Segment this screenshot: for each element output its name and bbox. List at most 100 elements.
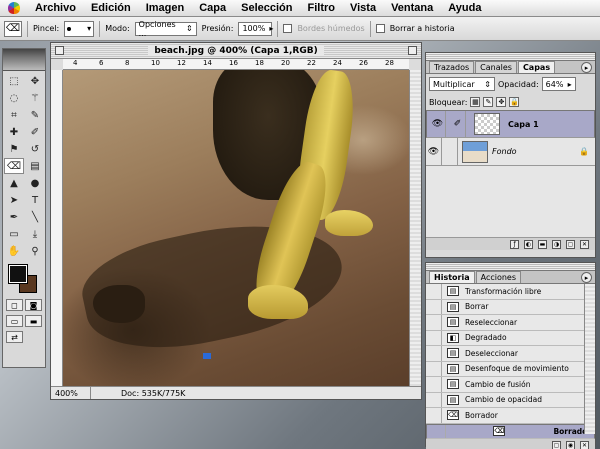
toolbox-header-logo[interactable] xyxy=(3,49,45,71)
history-item-current[interactable]: ⌫ Borrador xyxy=(426,423,595,439)
history-item[interactable]: ▤ Desenfoque de movimiento xyxy=(426,361,595,377)
pressure-field[interactable]: 100% ▸ xyxy=(238,21,273,36)
pen-tool-icon[interactable]: ✒ xyxy=(4,209,24,225)
notes-tool-icon[interactable]: ▭ xyxy=(4,226,24,242)
lock-transparency-icon[interactable]: ▦ xyxy=(470,97,481,107)
eraser-tool-icon[interactable]: ⌫ xyxy=(4,158,24,174)
zoom-tool-icon[interactable]: ⚲ xyxy=(25,243,45,259)
history-brush-slot[interactable] xyxy=(426,361,442,376)
brush-picker[interactable]: ▾ xyxy=(64,20,95,37)
foreground-color-swatch[interactable] xyxy=(8,264,28,284)
layer-row-fondo[interactable]: 👁 Fondo 🔒 xyxy=(426,138,595,166)
menu-filtro[interactable]: Filtro xyxy=(307,2,335,14)
snapshot-icon[interactable]: ◉ xyxy=(566,440,575,449)
eye-icon[interactable]: 👁 xyxy=(426,138,442,165)
tab-canales[interactable]: Canales xyxy=(475,61,517,73)
tab-acciones[interactable]: Acciones xyxy=(475,271,522,283)
zoom-field[interactable]: 400% xyxy=(51,387,91,399)
history-brush-slot[interactable] xyxy=(426,408,442,423)
clone-stamp-tool-icon[interactable]: ⚑ xyxy=(4,141,24,157)
tab-trazados[interactable]: Trazados xyxy=(429,61,475,73)
erase-history-checkbox[interactable] xyxy=(375,24,385,33)
new-layer-icon[interactable]: ▢ xyxy=(566,239,575,249)
jump-to-imageready-icon[interactable]: ⇄ xyxy=(6,331,23,343)
blur-tool-icon[interactable]: ▲ xyxy=(4,175,24,191)
dodge-tool-icon[interactable]: ● xyxy=(25,175,45,191)
wet-edges-checkbox[interactable] xyxy=(283,24,293,33)
path-selection-tool-icon[interactable]: ➤ xyxy=(4,192,24,208)
apple-menu-icon[interactable] xyxy=(8,2,20,14)
layer-row-capa-1[interactable]: 👁 ✐ Capa 1 xyxy=(426,110,595,138)
menu-imagen[interactable]: Imagen xyxy=(146,2,185,14)
palette-menu-arrow-icon[interactable]: ▸ xyxy=(581,272,592,283)
history-brush-slot[interactable] xyxy=(426,392,442,407)
history-brush-tool-icon[interactable]: ↺ xyxy=(25,141,45,157)
crop-tool-icon[interactable]: ⌗ xyxy=(4,107,24,123)
lasso-tool-icon[interactable]: ◌ xyxy=(4,90,24,106)
new-document-icon[interactable]: ▢ xyxy=(552,440,561,449)
palette-title-bar[interactable] xyxy=(426,53,595,61)
history-brush-slot[interactable] xyxy=(426,284,442,299)
menu-ventana[interactable]: Ventana xyxy=(391,2,433,14)
history-scrollbar[interactable] xyxy=(584,284,595,434)
add-mask-icon[interactable]: ◐ xyxy=(524,239,533,249)
opacity-field[interactable]: 64% ▸ xyxy=(541,77,576,91)
menu-ayuda[interactable]: Ayuda xyxy=(448,2,481,14)
tab-capas[interactable]: Capas xyxy=(517,61,556,73)
history-brush-slot[interactable] xyxy=(426,330,442,345)
vertical-scrollbar[interactable] xyxy=(409,70,421,388)
history-item[interactable]: ▤ Deseleccionar xyxy=(426,346,595,362)
mode-select[interactable]: Opciones ... ⇕ xyxy=(134,20,197,38)
history-item[interactable]: ▤ Cambio de opacidad xyxy=(426,392,595,408)
line-tool-icon[interactable]: ╲ xyxy=(25,209,45,225)
eye-icon[interactable]: 👁 xyxy=(430,111,446,137)
screen-mode-standard-icon[interactable]: ▭ xyxy=(6,315,23,327)
hand-tool-icon[interactable]: ✋ xyxy=(4,243,24,259)
layer-style-icon[interactable]: ƒ xyxy=(510,239,519,249)
brush-tool-icon[interactable]: ✐ xyxy=(25,124,45,140)
magic-wand-tool-icon[interactable]: ⚚ xyxy=(25,90,45,106)
tab-historia[interactable]: Historia xyxy=(429,271,475,283)
palette-menu-arrow-icon[interactable]: ▸ xyxy=(581,62,592,73)
history-item[interactable]: ▤ Transformación libre xyxy=(426,284,595,300)
paintbrush-icon[interactable]: ✐ xyxy=(450,111,466,137)
menu-capa[interactable]: Capa xyxy=(199,2,226,14)
history-item[interactable]: ◧ Degradado xyxy=(426,330,595,346)
document-title-bar[interactable]: beach.jpg @ 400% (Capa 1,RGB) xyxy=(51,43,421,59)
adjustment-layer-icon[interactable]: ◑ xyxy=(552,239,561,249)
doc-size-info[interactable]: Doc: 535K/775K xyxy=(91,389,185,398)
menu-vista[interactable]: Vista xyxy=(350,2,376,14)
history-item[interactable]: ▤ Reseleccionar xyxy=(426,315,595,331)
history-brush-slot[interactable] xyxy=(426,346,442,361)
lock-image-icon[interactable]: ✎ xyxy=(483,97,494,107)
standard-mode-icon[interactable]: ◻ xyxy=(6,299,23,311)
blend-mode-select[interactable]: Multiplicar ⇕ xyxy=(429,77,495,91)
new-set-icon[interactable]: ▬ xyxy=(538,239,547,249)
eyedropper-tool-icon[interactable]: ⤓ xyxy=(25,226,45,242)
gradient-tool-icon[interactable]: ▤ xyxy=(25,158,45,174)
trash-icon[interactable]: ✕ xyxy=(580,440,589,449)
menu-seleccion[interactable]: Selección xyxy=(241,2,292,14)
marquee-tool-icon[interactable]: ⬚ xyxy=(4,73,24,89)
quick-mask-icon[interactable]: ◙ xyxy=(25,299,42,311)
screen-mode-full-icon[interactable]: ▬ xyxy=(25,315,42,327)
history-item[interactable]: ▤ Borrar xyxy=(426,299,595,315)
trash-icon[interactable]: ✕ xyxy=(580,239,589,249)
slice-tool-icon[interactable]: ✎ xyxy=(25,107,45,123)
palette-title-bar[interactable] xyxy=(426,263,595,271)
history-brush-slot[interactable] xyxy=(426,299,442,314)
close-box-icon[interactable] xyxy=(55,46,64,55)
menu-edicion[interactable]: Edición xyxy=(91,2,131,14)
type-tool-icon[interactable]: T xyxy=(25,192,45,208)
eraser-preset-icon[interactable]: ⌫ xyxy=(4,20,22,37)
history-brush-slot[interactable] xyxy=(430,424,446,438)
history-brush-slot[interactable] xyxy=(426,377,442,392)
link-slot[interactable] xyxy=(442,138,458,165)
history-brush-slot[interactable] xyxy=(426,315,442,330)
history-item[interactable]: ⌫ Borrador xyxy=(426,408,595,424)
lock-all-icon[interactable]: 🔒 xyxy=(509,97,520,107)
move-tool-icon[interactable]: ✥ xyxy=(25,73,45,89)
history-item[interactable]: ▤ Cambio de fusión xyxy=(426,377,595,393)
menu-archivo[interactable]: Archivo xyxy=(35,2,76,14)
healing-brush-tool-icon[interactable]: ✚ xyxy=(4,124,24,140)
